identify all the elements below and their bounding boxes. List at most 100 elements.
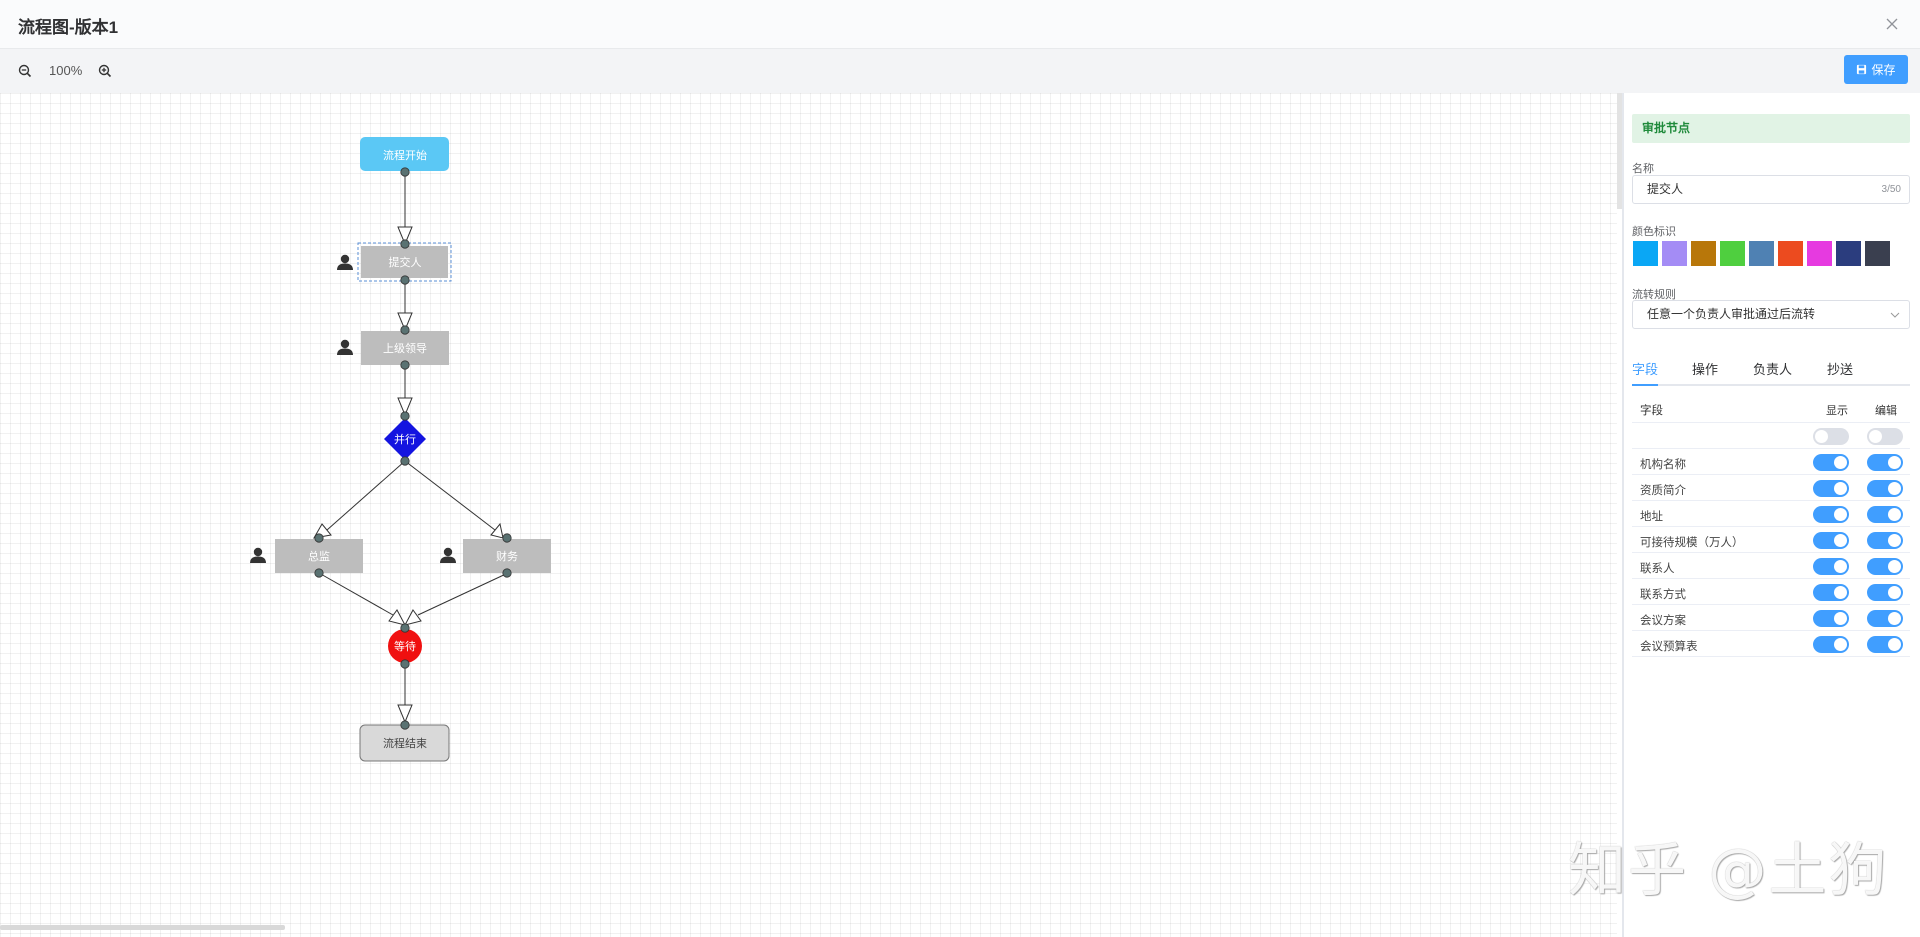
field-row xyxy=(1632,423,1910,449)
save-label: 保存 xyxy=(1871,63,1896,77)
show-toggle[interactable] xyxy=(1813,610,1849,627)
tab-cc[interactable]: 抄送 xyxy=(1827,359,1853,378)
toggle-knob xyxy=(1815,430,1828,443)
toggle-knob xyxy=(1834,638,1847,651)
field-name: 可接待规模（万人） xyxy=(1640,537,1744,549)
node-wait[interactable]: 等待 xyxy=(388,629,422,663)
user-icon xyxy=(337,254,353,270)
edit-toggle[interactable] xyxy=(1867,584,1903,601)
toggle-knob xyxy=(1834,612,1847,625)
node-director[interactable]: 总监 xyxy=(250,539,363,573)
node-manager-label: 上级领导 xyxy=(383,342,427,355)
edit-toggle[interactable] xyxy=(1867,636,1903,653)
toggle-knob xyxy=(1834,586,1847,599)
field-name: 地址 xyxy=(1640,511,1663,523)
node-finance[interactable]: 财务 xyxy=(440,539,551,573)
tab-assignee[interactable]: 负责人 xyxy=(1753,359,1792,378)
toggle-knob xyxy=(1888,482,1901,495)
toggle-knob xyxy=(1888,586,1901,599)
edit-toggle[interactable] xyxy=(1867,506,1903,523)
color-swatch[interactable] xyxy=(1749,241,1774,266)
col-edit: 编辑 xyxy=(1875,405,1897,417)
node-finance-label: 财务 xyxy=(496,549,518,563)
flow-diagram: 流程开始 提交人 上级领导 并行 总监 财务 等待 流程结束 xyxy=(250,137,551,762)
tab-actions[interactable]: 操作 xyxy=(1692,359,1718,378)
save-icon xyxy=(1857,64,1867,75)
color-swatch[interactable] xyxy=(1633,241,1658,266)
field-row: 会议预算表 xyxy=(1632,631,1910,657)
show-toggle[interactable] xyxy=(1813,428,1849,445)
field-name: 资质简介 xyxy=(1640,485,1686,497)
field-name: 联系人 xyxy=(1640,563,1675,575)
field-row: 联系方式 xyxy=(1632,579,1910,605)
properties-panel: 审批节点 名称 提交人 3/50 颜色标识 流转规则 任意一个负责人审批通过后流… xyxy=(1624,93,1920,937)
color-swatch[interactable] xyxy=(1865,241,1890,266)
edit-toggle[interactable] xyxy=(1867,454,1903,471)
zoom-level: 100% xyxy=(49,63,83,78)
node-submitter[interactable]: 提交人 xyxy=(337,242,452,282)
edit-toggle[interactable] xyxy=(1867,532,1903,549)
show-toggle[interactable] xyxy=(1813,454,1849,471)
field-name: 会议方案 xyxy=(1640,615,1686,627)
show-toggle[interactable] xyxy=(1813,506,1849,523)
panel-tabs: 字段 操作 负责人 抄送 xyxy=(1632,355,1910,386)
edit-toggle[interactable] xyxy=(1867,610,1903,627)
zoom-in-icon[interactable] xyxy=(97,63,113,79)
show-toggle[interactable] xyxy=(1813,636,1849,653)
save-button[interactable]: 保存 xyxy=(1844,55,1908,84)
toggle-knob xyxy=(1888,638,1901,651)
toggle-knob xyxy=(1888,534,1901,547)
watermark: 知乎 @土狗 xyxy=(1568,836,1889,904)
col-field: 字段 xyxy=(1640,405,1663,417)
rule-value: 任意一个负责人审批通过后流转 xyxy=(1647,307,1816,321)
edit-toggle[interactable] xyxy=(1867,428,1903,445)
color-label: 颜色标识 xyxy=(1632,226,1676,238)
toggle-knob xyxy=(1834,482,1847,495)
show-toggle[interactable] xyxy=(1813,480,1849,497)
field-row: 可接待规模（万人） xyxy=(1632,527,1910,553)
color-swatches xyxy=(1633,241,1890,266)
node-director-label: 总监 xyxy=(308,549,330,563)
show-toggle[interactable] xyxy=(1813,532,1849,549)
dialog-title: 流程图-版本1 xyxy=(18,18,119,37)
color-swatch[interactable] xyxy=(1778,241,1803,266)
edit-toggle[interactable] xyxy=(1867,480,1903,497)
rule-select[interactable]: 任意一个负责人审批通过后流转 xyxy=(1632,300,1910,329)
field-name: 机构名称 xyxy=(1640,459,1686,471)
user-icon xyxy=(337,339,353,355)
field-name: 会议预算表 xyxy=(1640,641,1698,653)
color-swatch[interactable] xyxy=(1807,241,1832,266)
toggle-knob xyxy=(1869,430,1882,443)
col-show: 显示 xyxy=(1826,405,1848,417)
show-toggle[interactable] xyxy=(1813,584,1849,601)
node-end[interactable]: 流程结束 xyxy=(359,724,450,762)
node-wait-label: 等待 xyxy=(394,639,416,653)
field-row: 地址 xyxy=(1632,501,1910,527)
toggle-knob xyxy=(1888,508,1901,521)
color-swatch[interactable] xyxy=(1836,241,1861,266)
user-icon xyxy=(440,547,456,563)
user-icon xyxy=(250,547,266,563)
node-submitter-label: 提交人 xyxy=(389,255,422,269)
color-swatch[interactable] xyxy=(1691,241,1716,266)
fields-table: 字段 显示 编辑 机构名称资质简介地址可接待规模（万人） 联系人联系方式会议方案会… xyxy=(1632,393,1910,657)
node-start-label: 流程开始 xyxy=(383,148,427,162)
field-row: 会议方案 xyxy=(1632,605,1910,631)
node-start[interactable]: 流程开始 xyxy=(360,137,449,171)
node-manager[interactable]: 上级领导 xyxy=(337,331,449,365)
horizontal-scrollbar[interactable] xyxy=(0,925,285,930)
tab-fields[interactable]: 字段 xyxy=(1632,359,1658,378)
toggle-knob xyxy=(1834,456,1847,469)
close-icon[interactable] xyxy=(1882,14,1902,34)
edit-toggle[interactable] xyxy=(1867,558,1903,575)
color-swatch[interactable] xyxy=(1662,241,1687,266)
flow-canvas[interactable]: 流程开始 提交人 上级领导 并行 总监 财务 等待 流程结束 xyxy=(0,93,1617,937)
zoom-out-icon[interactable] xyxy=(17,63,33,79)
show-toggle[interactable] xyxy=(1813,558,1849,575)
node-parallel[interactable]: 并行 xyxy=(384,418,426,460)
name-value: 提交人 xyxy=(1647,182,1684,196)
name-input[interactable]: 提交人 3/50 xyxy=(1632,175,1910,204)
toggle-knob xyxy=(1834,534,1847,547)
color-swatch[interactable] xyxy=(1720,241,1745,266)
toolbar: 100% 保存 xyxy=(0,49,1920,93)
